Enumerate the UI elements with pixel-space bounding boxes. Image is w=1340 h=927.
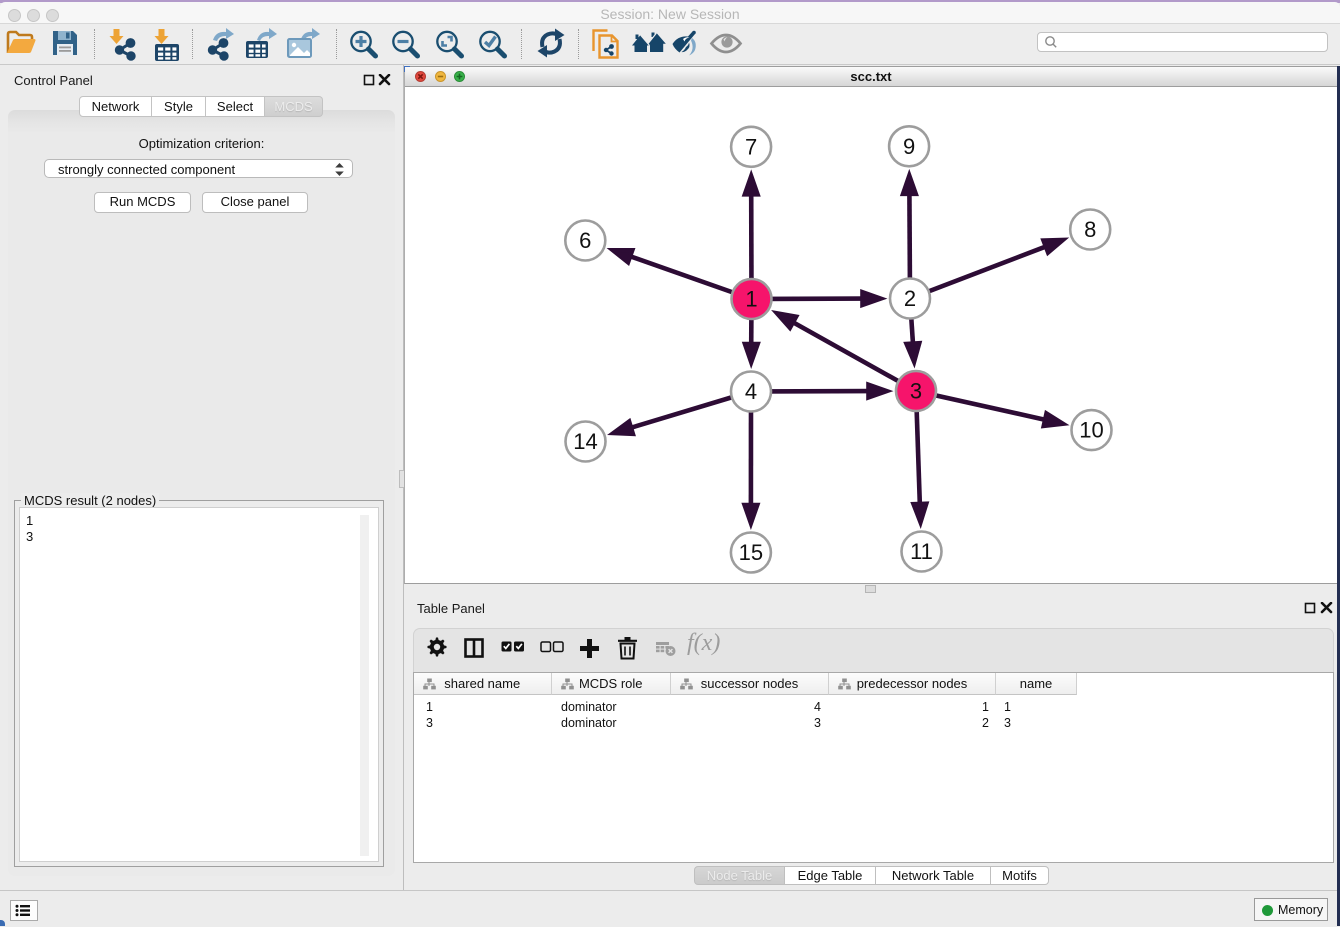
svg-text:7: 7 xyxy=(745,134,757,159)
svg-text:11: 11 xyxy=(910,539,933,564)
svg-text:1: 1 xyxy=(745,287,757,312)
svg-text:3: 3 xyxy=(910,379,922,404)
svg-text:8: 8 xyxy=(1084,217,1096,242)
svg-text:6: 6 xyxy=(579,228,591,253)
svg-text:15: 15 xyxy=(739,540,763,565)
svg-text:2: 2 xyxy=(904,286,916,311)
svg-text:9: 9 xyxy=(903,134,915,159)
svg-text:10: 10 xyxy=(1079,418,1103,443)
svg-text:14: 14 xyxy=(573,429,597,454)
svg-text:4: 4 xyxy=(745,379,757,404)
